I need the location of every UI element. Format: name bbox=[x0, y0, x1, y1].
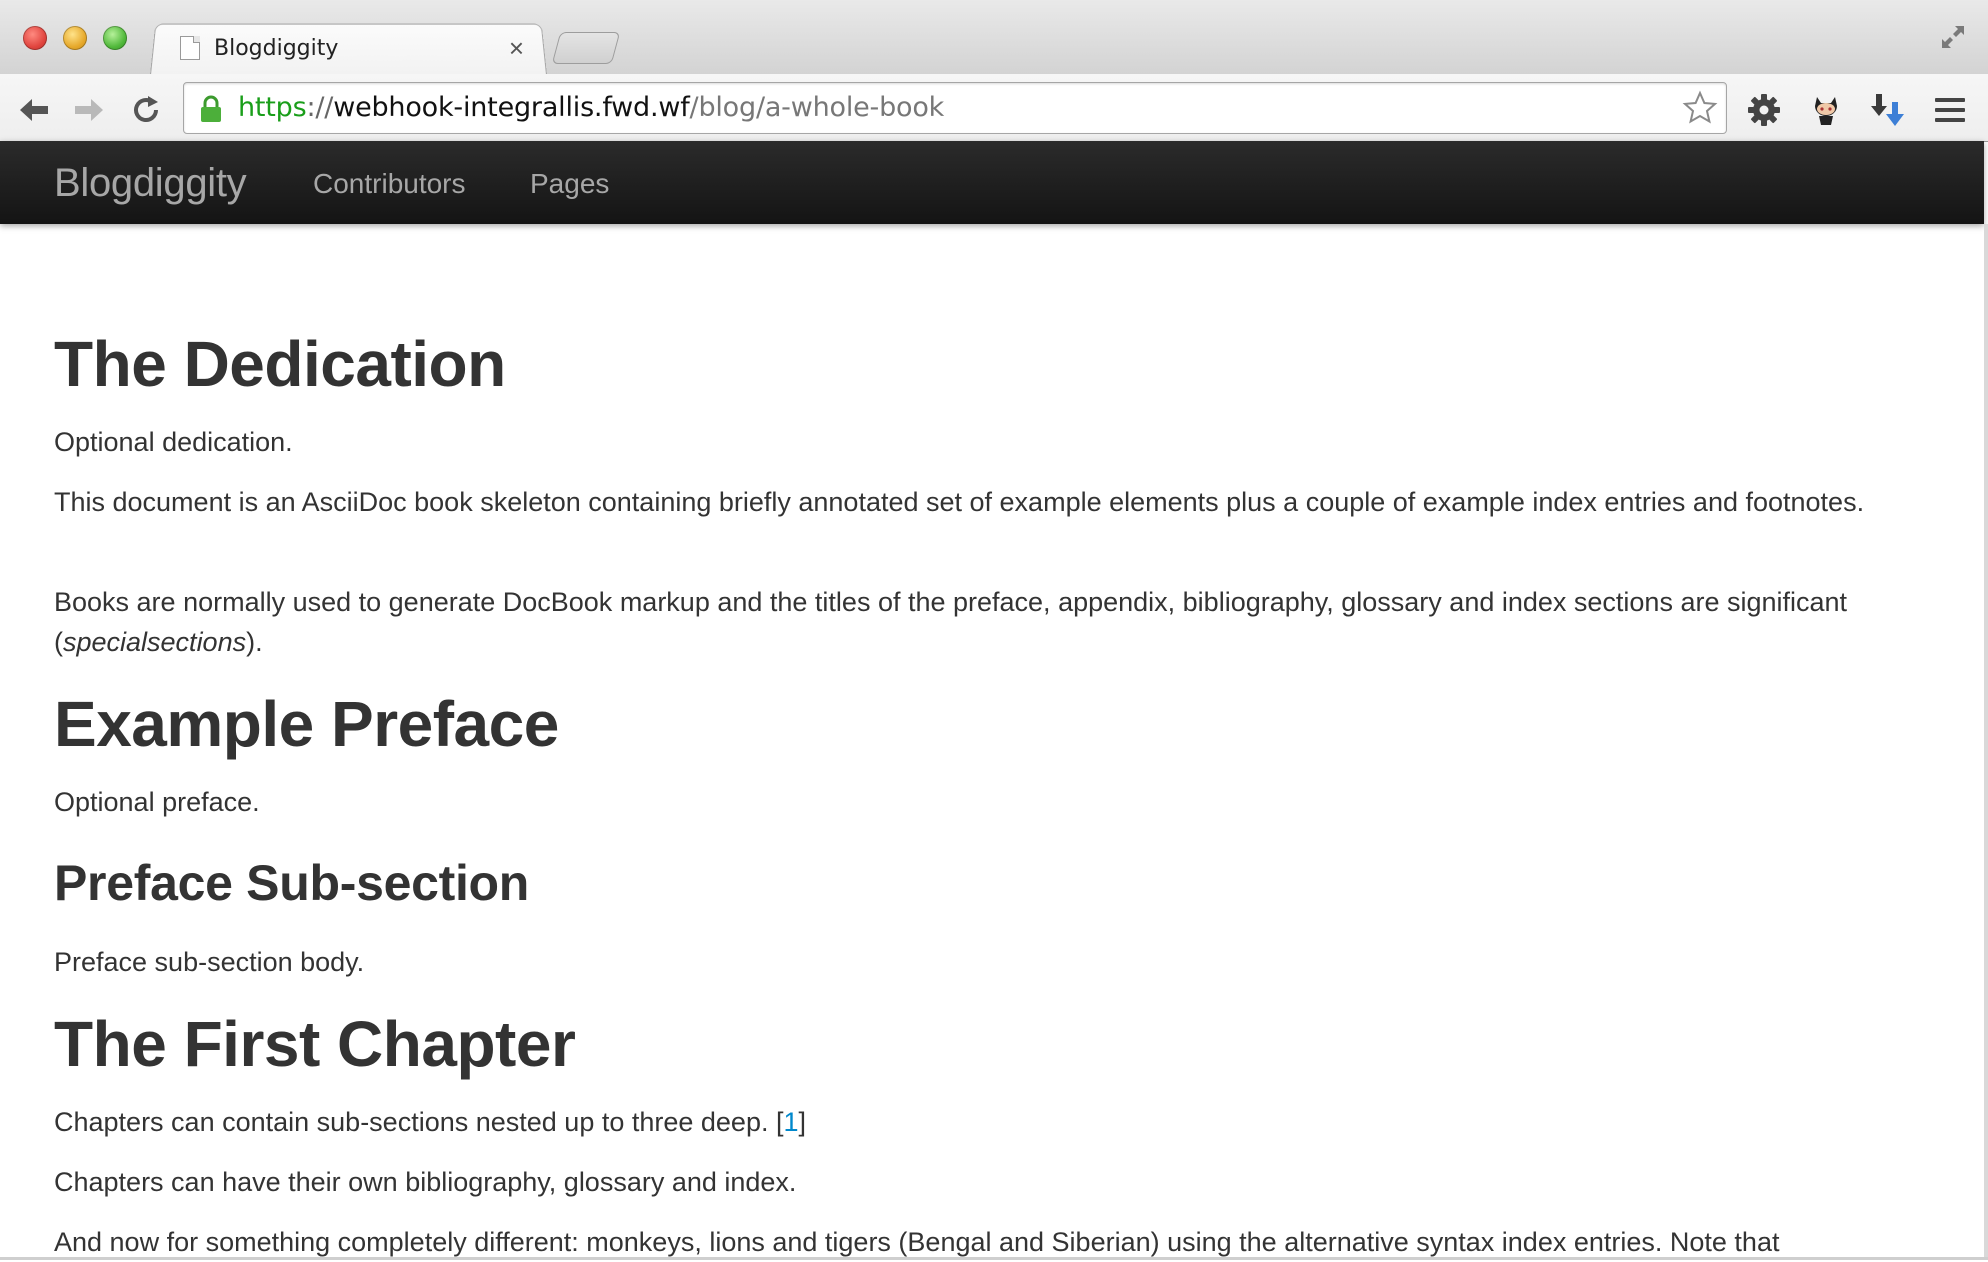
menu-button[interactable] bbox=[1932, 92, 1968, 128]
menu-icon bbox=[1935, 98, 1965, 122]
download-icon bbox=[1871, 94, 1904, 126]
window-close-button[interactable] bbox=[23, 26, 47, 50]
forward-icon bbox=[75, 99, 103, 121]
browser-toolbar: https://webhook-integrallis.fwd.wf/blog/… bbox=[0, 74, 1988, 142]
dedication-text: Optional dedication. bbox=[54, 427, 293, 457]
octocat-icon bbox=[1815, 97, 1837, 125]
url-host: webhook-integrallis.fwd.wf bbox=[333, 92, 690, 123]
address-bar[interactable]: https://webhook-integrallis.fwd.wf/blog/… bbox=[183, 82, 1727, 134]
books-paragraph-end: ). bbox=[246, 627, 263, 657]
tab-content[interactable]: Blogdiggity × bbox=[180, 30, 530, 66]
chapter-paragraph-3: And now for something completely differe… bbox=[54, 1227, 1780, 1257]
books-paragraph: Books are normally used to generate DocB… bbox=[54, 582, 1884, 662]
subsection-heading: Preface Sub-section bbox=[54, 855, 530, 911]
star-icon[interactable] bbox=[1682, 90, 1718, 126]
fullscreen-icon[interactable] bbox=[1938, 22, 1968, 52]
books-paragraph-text: Books are normally used to generate DocB… bbox=[54, 587, 1848, 657]
specialsections-emphasis: specialsections bbox=[63, 627, 247, 657]
nav-link-contributors[interactable]: Contributors bbox=[313, 168, 466, 200]
chapter-paragraph-1-text: Chapters can contain sub-sections nested… bbox=[54, 1107, 784, 1137]
new-tab-button[interactable] bbox=[551, 32, 621, 64]
intro-paragraph: This document is an AsciiDoc book skelet… bbox=[54, 487, 1865, 517]
tab-close-button[interactable]: × bbox=[509, 35, 524, 61]
site-brand-link[interactable]: Blogdiggity bbox=[54, 161, 247, 206]
forward-button[interactable] bbox=[71, 92, 107, 128]
chapter-paragraph-2: Chapters can have their own bibliography… bbox=[54, 1167, 797, 1197]
chapter-paragraph-1: Chapters can contain sub-sections nested… bbox=[54, 1102, 806, 1142]
window-zoom-button[interactable] bbox=[103, 26, 127, 50]
url-path: /blog/a-whole-book bbox=[689, 92, 945, 123]
back-button[interactable] bbox=[16, 92, 52, 128]
footnote-link[interactable]: 1 bbox=[783, 1107, 798, 1137]
nav-link-pages[interactable]: Pages bbox=[530, 168, 609, 200]
gear-icon bbox=[1748, 94, 1780, 126]
url-separator: :// bbox=[306, 92, 334, 123]
chapter-heading: The First Chapter bbox=[54, 1008, 576, 1080]
tab-title: Blogdiggity bbox=[214, 35, 339, 61]
browser-chrome: Blogdiggity × https://webhook-integralli… bbox=[0, 0, 1988, 142]
url-scheme: https bbox=[238, 92, 307, 123]
dedication-heading: The Dedication bbox=[54, 328, 506, 400]
site-navbar: Blogdiggity Contributors Pages bbox=[0, 141, 1984, 224]
preface-text: Optional preface. bbox=[54, 787, 260, 817]
github-extension-button[interactable] bbox=[1808, 92, 1844, 128]
reload-icon bbox=[134, 96, 158, 122]
lock-icon bbox=[201, 95, 221, 122]
back-icon bbox=[20, 99, 48, 121]
url-text: https://webhook-integrallis.fwd.wf/blog/… bbox=[238, 92, 944, 123]
preface-heading: Example Preface bbox=[54, 688, 559, 760]
page-icon bbox=[180, 36, 200, 60]
extension-settings-button[interactable] bbox=[1746, 92, 1782, 128]
title-bar: Blogdiggity × bbox=[0, 0, 1988, 76]
subsection-text: Preface sub-section body. bbox=[54, 947, 365, 977]
page-scrollbar-track[interactable] bbox=[1984, 224, 1988, 1260]
chapter-paragraph-1-end: ] bbox=[798, 1107, 807, 1137]
window-minimize-button[interactable] bbox=[63, 26, 87, 50]
reload-button[interactable] bbox=[128, 92, 164, 128]
download-button[interactable] bbox=[1870, 92, 1906, 128]
